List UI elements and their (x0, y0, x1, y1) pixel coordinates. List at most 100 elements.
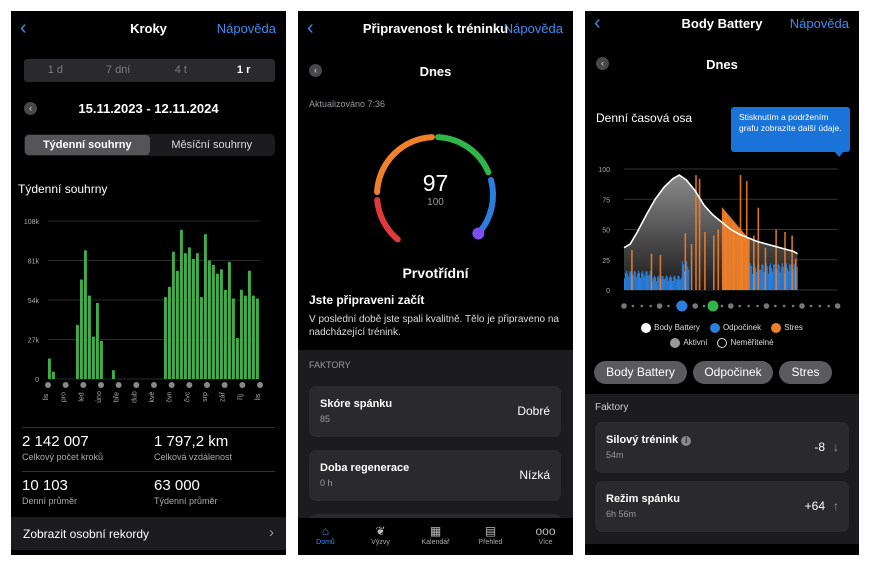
body-battery-timeline-chart[interactable]: 02550751000481216200 (585, 150, 859, 315)
hour-dot (747, 304, 750, 308)
factor-card-recovery-time[interactable]: Doba regenerace 0 h Nízká (309, 450, 561, 501)
y-tick-label: 50 (602, 228, 610, 235)
bar (232, 298, 235, 379)
filter-stress[interactable]: Stres (779, 361, 832, 384)
stress-bar (748, 239, 750, 290)
tab-more[interactable]: ooo Více (518, 518, 573, 555)
bar (196, 253, 199, 379)
y-tick-label: 81k (28, 259, 40, 266)
bar (244, 295, 247, 379)
divider (22, 471, 275, 472)
stress-bar (727, 214, 729, 290)
rest-bar (624, 278, 626, 290)
rest-bar (769, 263, 772, 290)
stress-bar (631, 250, 633, 290)
bar (248, 270, 251, 379)
rest-bar (627, 273, 629, 290)
personal-records-label: Zobrazit osobní rekordy (23, 527, 150, 541)
summary-toggle: Týdenní souhrny Měsíční souhrny (24, 134, 275, 156)
tab-calendar[interactable]: ▦ Kalendář (408, 518, 463, 555)
rest-bar (771, 268, 773, 290)
monthly-summary-tab[interactable]: Měsíční souhrny (150, 135, 275, 155)
rest-bar (780, 267, 782, 290)
rest-bar (759, 269, 761, 290)
x-tick-label: kvě (149, 391, 156, 402)
hint-tooltip: Stisknutím a podržením grafu zobrazíte d… (731, 107, 850, 157)
filter-rest[interactable]: Odpočinek (693, 361, 773, 384)
range-4w[interactable]: 4 t (150, 59, 213, 82)
stress-bar (739, 175, 742, 290)
bar (112, 370, 115, 379)
stress-bar (736, 224, 738, 290)
rest-bar (761, 263, 763, 290)
stress-bar (743, 232, 745, 290)
stress-bar (775, 229, 777, 290)
factor-detail: 6h 56m (606, 509, 637, 519)
factor-detail: 54m (606, 450, 624, 460)
range-7d[interactable]: 7 dní (87, 59, 150, 82)
x-tick-dot (204, 382, 210, 388)
total-distance-stat: 1 797,2 km Celková vzdálenost (154, 433, 232, 462)
hour-dot (738, 304, 741, 308)
stress-bar (757, 207, 760, 290)
filter-body-battery[interactable]: Body Battery (594, 361, 687, 384)
help-link[interactable]: Nápověda (217, 21, 276, 36)
factors-title: Faktory (595, 402, 629, 413)
factor-card-sleep-score[interactable]: Skóre spánku 85 Dobré (309, 386, 561, 437)
hour-dot (834, 303, 841, 309)
rest-bar (766, 266, 768, 290)
weekly-steps-chart[interactable]: 0 27k 54k 81k 108k lis pro led úno bře dub kvě čvn čv… (11, 210, 286, 425)
rest-bar (679, 279, 681, 290)
range-1d[interactable]: 1 d (24, 59, 87, 82)
rest-bar (665, 275, 667, 290)
timeline-title: Denní časová osa (596, 111, 693, 125)
readiness-description: V poslední době jste spali kvalitně. Těl… (309, 314, 559, 338)
rest-bar (687, 266, 689, 290)
rest-bar (676, 279, 678, 290)
stress-bar (724, 210, 726, 290)
home-icon: ⌂ (321, 524, 330, 538)
rest-bar (628, 276, 630, 290)
stress-bar (713, 235, 715, 290)
tooltip-text: Stisknutím a podržením grafu zobrazíte d… (739, 112, 842, 133)
rest-bar (767, 273, 769, 290)
info-icon[interactable]: i (681, 436, 692, 446)
bar (172, 251, 175, 379)
personal-records-link[interactable]: Zobrazit osobní rekordy › (11, 517, 286, 550)
bar (48, 358, 51, 379)
rest-bar (642, 270, 644, 290)
help-link[interactable]: Nápověda (504, 21, 563, 36)
stress-bar (722, 208, 724, 290)
weekly-summary-tab[interactable]: Týdenní souhrny (25, 135, 150, 155)
bar (256, 298, 259, 379)
bar (168, 286, 171, 379)
tab-challenges[interactable]: ❦ Výzvy (353, 518, 408, 555)
range-1y[interactable]: 1 r (212, 59, 275, 82)
help-link[interactable]: Nápověda (790, 16, 849, 31)
rest-bar (790, 264, 792, 290)
bar (100, 340, 103, 379)
legend-active: Aktivní (670, 338, 707, 348)
tab-overview[interactable]: ▤ Přehled (463, 518, 518, 555)
bar (216, 273, 219, 379)
x-tick-dot (168, 382, 175, 388)
factor-card-strength-training[interactable]: Silový trénink i 54m -8 ↓ (595, 422, 849, 473)
factor-name: Doba regenerace (320, 462, 410, 474)
bar (96, 302, 99, 379)
factor-card-sleep[interactable]: Režim spánku 6h 56m +64 ↑ (595, 481, 849, 532)
x-tick-label: čvn (167, 391, 174, 402)
rest-bar (688, 269, 690, 290)
stress-bar (725, 211, 727, 290)
daily-average-stat: 10 103 Denní průměr (22, 477, 77, 506)
rest-bar (625, 272, 627, 290)
x-tick-label: led (78, 392, 85, 401)
x-tick-dot (257, 382, 263, 388)
rest-bar (662, 275, 664, 290)
legend-unmeasurable: Neměřitelné (717, 338, 774, 348)
tab-home[interactable]: ⌂ Domů (298, 518, 353, 555)
stress-bar (650, 253, 653, 290)
stress-bar (753, 235, 755, 290)
x-tick-dot (239, 382, 246, 388)
rest-bar (670, 277, 673, 290)
stress-bar (704, 231, 706, 290)
